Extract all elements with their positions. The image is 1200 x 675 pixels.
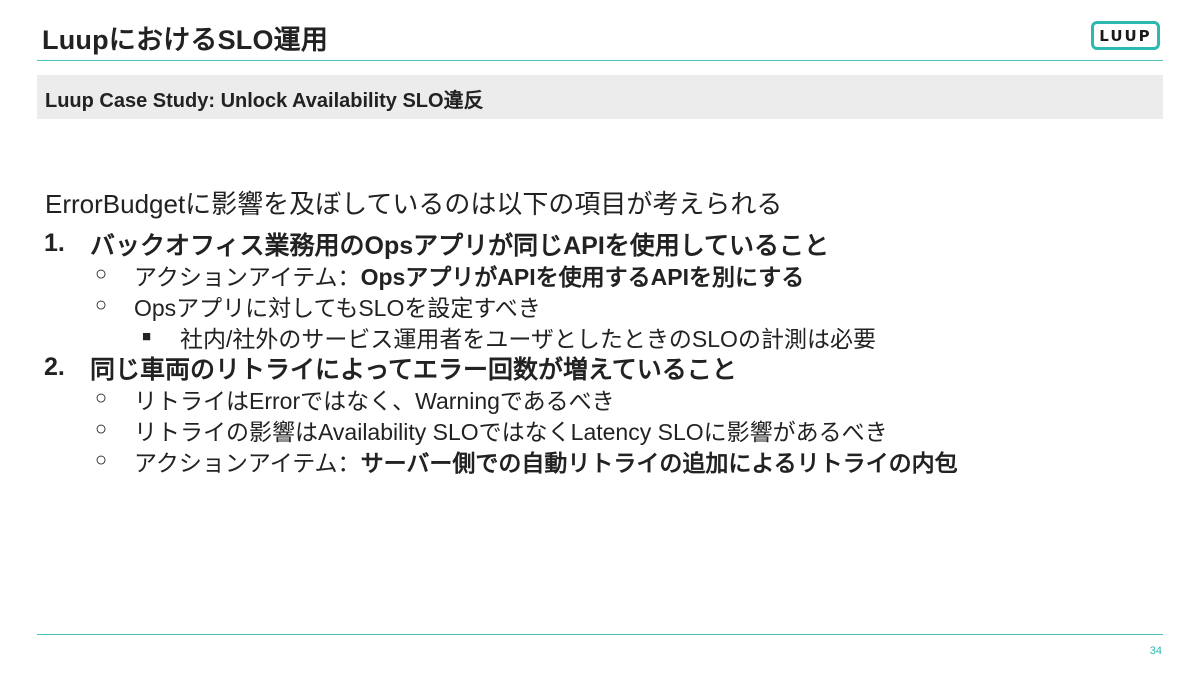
circle-bullet-icon: ○ [95, 418, 108, 440]
content-list: 1. バックオフィス業務用のOpsアプリが同じAPIを使用していること ○ アク… [0, 228, 1200, 476]
circle-bullet-icon: ○ [95, 294, 108, 316]
list-number: 1. [44, 229, 65, 257]
action-item-bold: サーバー側での自動リトライの追加によるリトライの内包 [360, 449, 958, 476]
sub-item-text: アクションアイテム：OpsアプリがAPIを使用するAPIを別にする [134, 258, 804, 292]
luup-logo: LUUP [1091, 21, 1160, 50]
list-item-text: バックオフィス業務用のOpsアプリが同じAPIを使用していること [90, 231, 830, 260]
sub-item-2-3: ○ アクションアイテム：サーバー側での自動リトライの追加によるリトライの内包 [0, 445, 1200, 476]
sub-item-text: アクションアイテム：サーバー側での自動リトライの追加によるリトライの内包 [134, 444, 958, 478]
sub-sub-item-1-2-1: ■ 社内/社外のサービス運用者をユーザとしたときのSLOの計測は必要 [0, 321, 1200, 352]
slide-subtitle: Luup Case Study: Unlock Availability SLO… [45, 90, 484, 112]
sub-item-2-2: ○ リトライの影響はAvailability SLOではなくLatency SL… [0, 414, 1200, 445]
sub-item-text: リトライはErrorではなく、Warningであるべき [134, 387, 615, 414]
intro-text: ErrorBudgetに影響を及ぼしているのは以下の項目が考えられる [45, 189, 783, 219]
action-item-bold: OpsアプリがAPIを使用するAPIを別にする [360, 263, 805, 290]
circle-bullet-icon: ○ [95, 449, 108, 471]
list-item-text: 同じ車両のリトライによってエラー回数が増えていること [90, 355, 737, 384]
sub-item-1-2: ○ Opsアプリに対してもSLOを設定すべき [0, 290, 1200, 321]
sub-item-text: Opsアプリに対してもSLOを設定すべき [134, 294, 541, 321]
list-number: 2. [44, 353, 65, 381]
circle-bullet-icon: ○ [95, 387, 108, 409]
slide-title: LuupにおけるSLO運用 [42, 25, 329, 55]
sub-item-text: リトライの影響はAvailability SLOではなくLatency SLOに… [134, 418, 888, 445]
circle-bullet-icon: ○ [95, 263, 108, 285]
action-item-prefix: アクションアイテム： [134, 449, 361, 476]
footer-divider [37, 634, 1163, 635]
sub-sub-item-text: 社内/社外のサービス運用者をユーザとしたときのSLOの計測は必要 [180, 325, 876, 352]
page-number: 34 [1149, 645, 1162, 657]
action-item-prefix: アクションアイテム： [134, 263, 361, 290]
list-item-1: 1. バックオフィス業務用のOpsアプリが同じAPIを使用していること [0, 228, 1200, 260]
list-item-2: 2. 同じ車両のリトライによってエラー回数が増えていること [0, 352, 1200, 384]
sub-item-1-1: ○ アクションアイテム：OpsアプリがAPIを使用するAPIを別にする [0, 259, 1200, 290]
subtitle-bar: Luup Case Study: Unlock Availability SLO… [37, 75, 1163, 119]
sub-item-2-1: ○ リトライはErrorではなく、Warningであるべき [0, 383, 1200, 414]
header-divider [37, 60, 1163, 61]
square-bullet-icon: ■ [142, 328, 152, 345]
